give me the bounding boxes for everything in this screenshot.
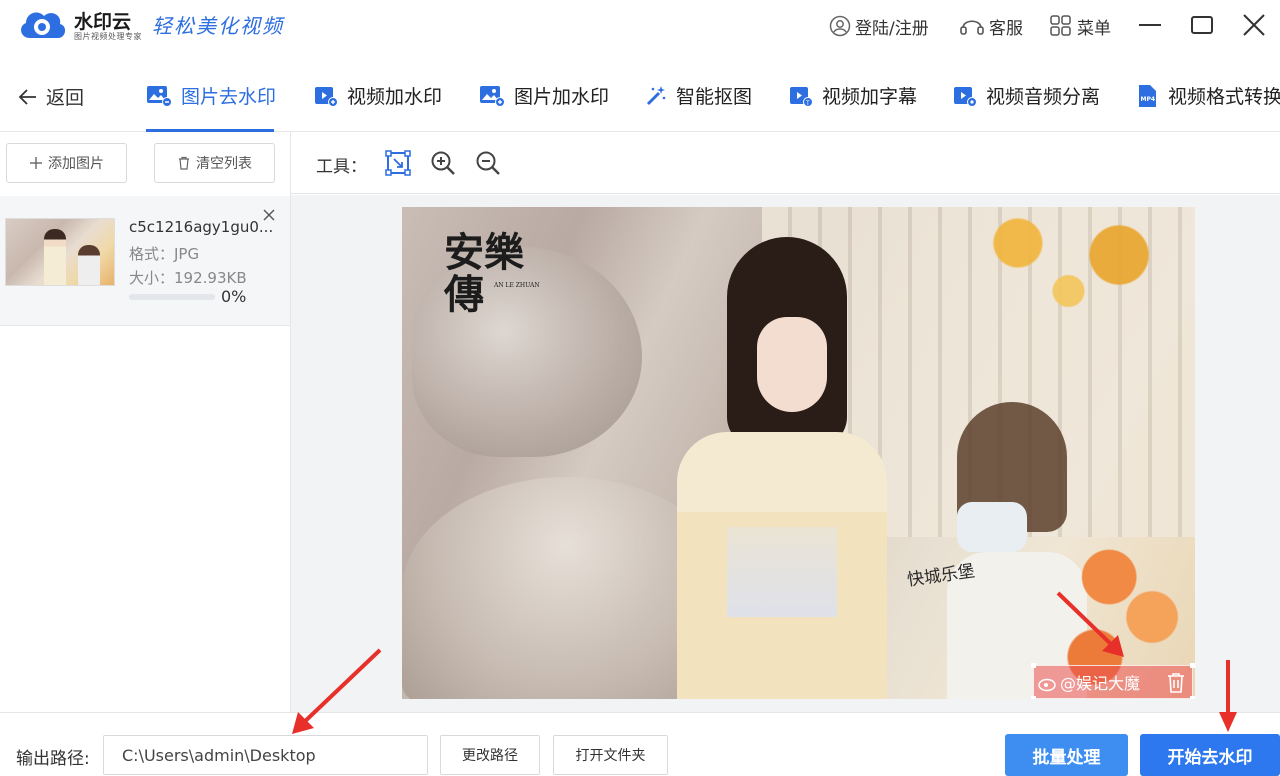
grid-menu-icon bbox=[1050, 15, 1071, 36]
file-name: c5c1216agy1gu0... bbox=[129, 218, 274, 236]
preview-image[interactable]: 安樂傳 AN LE ZHUAN 快城乐堡 @娱记大魔 bbox=[402, 207, 1195, 699]
output-path-field[interactable] bbox=[103, 735, 428, 775]
menu-label: 菜单 bbox=[1077, 18, 1111, 39]
select-area-button[interactable] bbox=[385, 150, 411, 176]
tools-bar: 工具： bbox=[291, 132, 1280, 194]
file-size: 大小：192.93KB bbox=[129, 269, 247, 287]
tab-label: 图片加水印 bbox=[514, 86, 610, 108]
service-label: 客服 bbox=[989, 18, 1023, 39]
tab-image-remove-watermark[interactable]: 图片去水印 bbox=[146, 82, 276, 109]
add-image-button[interactable]: 添加图片 bbox=[6, 143, 127, 183]
file-format: 格式：JPG bbox=[129, 245, 200, 263]
watermark-drama-logo-en: AN LE ZHUAN bbox=[494, 282, 540, 289]
preview-canvas[interactable]: 安樂傳 AN LE ZHUAN 快城乐堡 @娱记大魔 bbox=[291, 195, 1280, 712]
trash-icon bbox=[179, 156, 189, 170]
watermark-selection-box[interactable]: @娱记大魔 bbox=[1031, 663, 1195, 699]
file-progress-text: 0% bbox=[221, 287, 247, 306]
app-window: 水印云 图片视频处理专家 轻松美化视频 登陆/注册 客服 菜单 返回 图片去水印… bbox=[0, 0, 1280, 776]
login-label: 登陆/注册 bbox=[855, 18, 929, 39]
video-add-icon bbox=[315, 86, 338, 107]
brand-name: 水印云 bbox=[74, 11, 132, 33]
selection-handle[interactable] bbox=[1190, 663, 1195, 668]
selection-handle[interactable] bbox=[1031, 696, 1036, 699]
customer-service-button[interactable]: 客服 bbox=[959, 12, 1023, 40]
file-thumbnail bbox=[5, 218, 115, 286]
add-image-label: 添加图片 bbox=[48, 156, 104, 172]
tab-video-format-convert[interactable]: MP4 视频格式转换 bbox=[1137, 82, 1280, 109]
selection-handle[interactable] bbox=[1031, 663, 1036, 668]
batch-process-button[interactable]: 批量处理 bbox=[1005, 734, 1128, 776]
menu-button[interactable]: 菜单 bbox=[1049, 12, 1111, 40]
svg-text:T: T bbox=[805, 100, 810, 107]
zoom-out-button[interactable] bbox=[475, 150, 501, 176]
title-bar: 水印云 图片视频处理专家 轻松美化视频 登陆/注册 客服 菜单 bbox=[0, 0, 1280, 56]
select-area-icon bbox=[385, 150, 411, 176]
headset-icon bbox=[960, 20, 984, 35]
tab-image-add-watermark[interactable]: 图片加水印 bbox=[479, 82, 609, 109]
tools-label: 工具： bbox=[316, 157, 367, 177]
bottom-bar: 输出路径: 更改路径 打开文件夹 批量处理 开始去水印 bbox=[0, 712, 1280, 776]
delete-selection-icon[interactable] bbox=[1166, 672, 1186, 694]
zoom-in-button[interactable] bbox=[430, 150, 456, 176]
selected-watermark-text: @娱记大魔 bbox=[1060, 674, 1141, 693]
maximize-icon bbox=[1191, 16, 1213, 34]
mp4-file-icon: MP4 bbox=[1139, 84, 1156, 107]
plus-icon bbox=[30, 157, 42, 169]
clear-list-label: 清空列表 bbox=[196, 156, 252, 172]
minimize-icon bbox=[1139, 24, 1161, 26]
cloud-logo-icon bbox=[21, 12, 66, 38]
tab-smart-cutout[interactable]: 智能抠图 bbox=[645, 82, 752, 109]
file-progress-bar bbox=[129, 294, 215, 300]
back-button[interactable]: 返回 bbox=[18, 83, 84, 110]
weibo-icon bbox=[1038, 678, 1056, 692]
output-path-label: 输出路径: bbox=[16, 749, 90, 769]
brand-slogan: 轻松美化视频 bbox=[152, 14, 284, 38]
video-audio-icon bbox=[954, 86, 977, 107]
tab-video-subtitle[interactable]: T 视频加字幕 bbox=[789, 82, 917, 109]
start-remove-watermark-button[interactable]: 开始去水印 bbox=[1140, 734, 1280, 776]
image-icon bbox=[147, 85, 172, 107]
zoom-in-icon bbox=[431, 151, 455, 175]
video-subtitle-icon: T bbox=[790, 86, 813, 107]
tab-video-audio-split[interactable]: 视频音频分离 bbox=[953, 82, 1100, 109]
zoom-out-icon bbox=[476, 151, 500, 175]
tab-label: 图片去水印 bbox=[181, 86, 277, 108]
user-icon bbox=[829, 15, 851, 37]
login-button[interactable]: 登陆/注册 bbox=[829, 12, 929, 40]
svg-text:MP4: MP4 bbox=[1141, 96, 1156, 103]
magic-wand-icon bbox=[646, 85, 666, 105]
minimize-button[interactable] bbox=[1135, 10, 1165, 40]
change-path-button[interactable]: 更改路径 bbox=[440, 735, 540, 775]
brand-subtitle: 图片视频处理专家 bbox=[74, 32, 142, 41]
tab-label: 视频音频分离 bbox=[986, 86, 1101, 108]
selection-handle[interactable] bbox=[1190, 696, 1195, 699]
maximize-button[interactable] bbox=[1187, 10, 1217, 40]
feature-tab-bar: 返回 图片去水印 视频加水印 图片加水印 智能抠图 T 视频加字幕 视频音频分离… bbox=[0, 56, 1280, 132]
tab-video-add-watermark[interactable]: 视频加水印 bbox=[314, 82, 442, 109]
clear-list-button[interactable]: 清空列表 bbox=[154, 143, 275, 183]
watermark-drama-logo: 安樂傳 bbox=[444, 229, 524, 318]
tab-label: 智能抠图 bbox=[676, 86, 753, 108]
tab-label: 视频加水印 bbox=[347, 86, 443, 108]
close-window-button[interactable] bbox=[1239, 10, 1269, 40]
arrow-left-icon bbox=[18, 88, 36, 105]
back-label: 返回 bbox=[46, 87, 85, 109]
tab-label: 视频格式转换 bbox=[1168, 86, 1280, 108]
image-add-icon bbox=[480, 85, 505, 107]
tab-label: 视频加字幕 bbox=[822, 86, 918, 108]
close-icon bbox=[1243, 14, 1265, 36]
open-folder-button[interactable]: 打开文件夹 bbox=[553, 735, 668, 775]
